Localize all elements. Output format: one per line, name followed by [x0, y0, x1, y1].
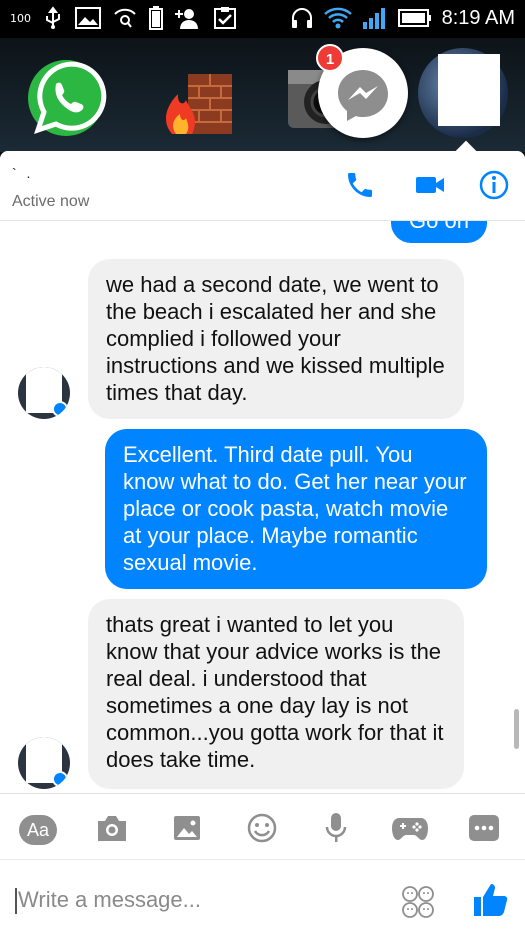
conversation-header: ` . Active now	[0, 151, 525, 221]
games-button[interactable]	[390, 810, 430, 850]
chat-panel: ` . Active now Go on we had a second dat…	[0, 151, 525, 933]
message-bubble-outgoing[interactable]: Go on	[391, 221, 487, 243]
search-icon	[113, 6, 137, 30]
image-icon	[75, 7, 101, 29]
message-bubble-outgoing[interactable]: Excellent. Third date pull. You know wha…	[105, 429, 487, 589]
wifi-icon	[323, 6, 352, 30]
emoji-button[interactable]	[242, 810, 282, 850]
battery-full-icon	[397, 8, 432, 28]
like-button[interactable]	[470, 880, 510, 920]
message-list[interactable]: Go on we had a second date, we went to t…	[0, 221, 525, 793]
messenger-badge-icon	[52, 401, 68, 417]
video-icon	[414, 171, 446, 204]
battery-icon	[149, 6, 163, 30]
headset-icon	[290, 6, 314, 30]
gallery-button[interactable]	[167, 810, 207, 850]
contact-name[interactable]: ` .	[12, 165, 33, 181]
clipboard-icon	[213, 6, 237, 30]
camera-button[interactable]	[92, 810, 132, 850]
clock: 8:19 AM	[441, 6, 515, 29]
info-icon	[478, 169, 510, 206]
camera-icon	[95, 813, 129, 848]
message-composer	[0, 859, 525, 933]
more-options-button[interactable]	[464, 810, 504, 850]
sticker-button[interactable]	[400, 884, 436, 920]
message-bubble-incoming[interactable]: we had a second date, we went to the bea…	[88, 259, 464, 419]
more-icon	[468, 814, 500, 847]
thumbs-up-icon	[470, 884, 510, 924]
whatsapp-app-icon[interactable]	[24, 56, 108, 140]
scrollbar[interactable]	[514, 709, 519, 749]
aa-label: Aa	[19, 815, 57, 845]
contact-avatar[interactable]	[18, 367, 70, 419]
sticker-icon	[400, 886, 436, 924]
messenger-badge-icon	[52, 771, 68, 787]
mic-icon	[323, 811, 349, 850]
unread-badge: 1	[316, 44, 344, 72]
home-screen-backdrop: 1	[0, 38, 525, 152]
phone-icon	[344, 169, 376, 206]
video-call-button[interactable]	[412, 169, 448, 205]
info-button[interactable]	[476, 169, 512, 205]
gallery-icon	[172, 813, 202, 848]
censored-contact-photo	[438, 54, 500, 126]
text-format-button[interactable]: Aa	[18, 810, 58, 850]
status-bar: 100 8:19 AM	[0, 0, 525, 38]
battery-percent: 100	[10, 11, 31, 25]
composer-toolbar: Aa	[0, 793, 525, 859]
message-bubble-incoming[interactable]: thats great i wanted to let you know tha…	[88, 599, 464, 789]
firewall-app-icon[interactable]	[154, 56, 238, 140]
voice-call-button[interactable]	[342, 169, 378, 205]
add-user-icon	[175, 6, 201, 30]
text-cursor	[15, 888, 17, 914]
contact-avatar[interactable]	[18, 737, 70, 789]
message-input[interactable]	[18, 882, 378, 918]
signal-icon	[362, 6, 388, 30]
game-icon	[391, 814, 429, 847]
usb-icon	[43, 6, 63, 30]
emoji-icon	[246, 812, 278, 849]
voice-message-button[interactable]	[316, 810, 356, 850]
active-status: Active now	[12, 193, 90, 210]
